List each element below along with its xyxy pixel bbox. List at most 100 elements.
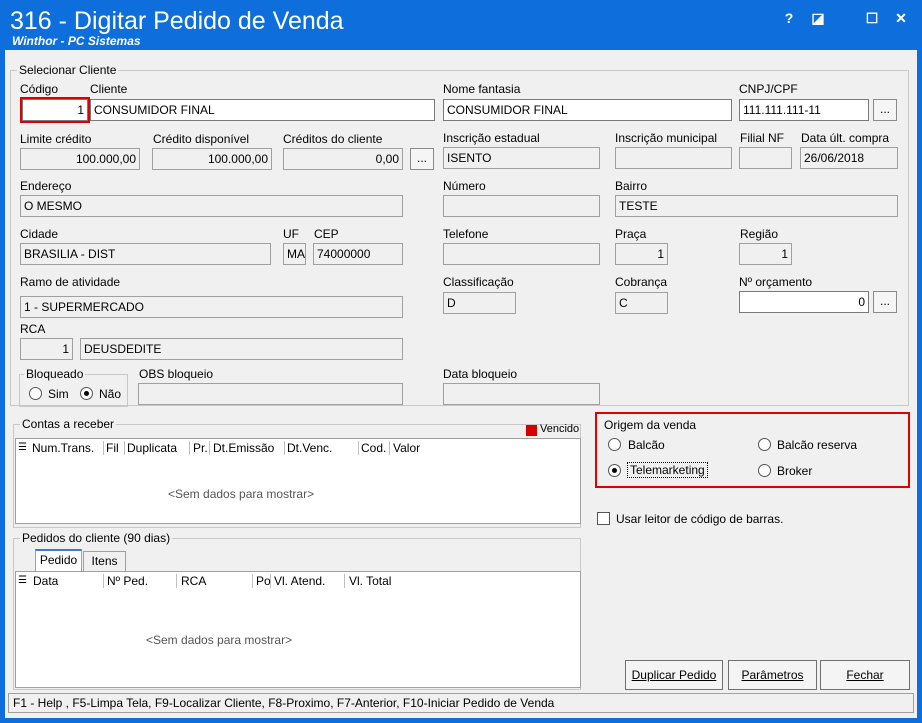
fantasia-label: Nome fantasia xyxy=(443,82,521,96)
bloqueado-sim-radio[interactable] xyxy=(29,387,42,400)
col-separator xyxy=(284,441,285,455)
praca-field: 1 xyxy=(615,243,668,265)
bloqueado-nao-label: Não xyxy=(99,387,122,401)
title-bar[interactable]: 316 - Digitar Pedido de Venda Winthor - … xyxy=(0,0,922,50)
maximize-button[interactable]: ☐ xyxy=(860,8,884,28)
contas-col-dtemissao[interactable]: Dt.Emissão xyxy=(213,441,274,455)
duplicar-pedido-button[interactable]: Duplicar Pedido xyxy=(625,660,723,690)
uf-label: UF xyxy=(283,227,299,241)
col-separator xyxy=(103,574,104,588)
select-client-title: Selecionar Cliente xyxy=(17,63,119,77)
help-button[interactable]: ? xyxy=(777,8,801,28)
contas-col-fil[interactable]: Fil xyxy=(106,441,119,455)
creditos-field: 0,00 xyxy=(283,148,403,170)
pedidos-col-data[interactable]: Data xyxy=(33,574,58,588)
uf-field: MA xyxy=(283,243,306,265)
grid-menu-icon[interactable]: ☰ xyxy=(18,575,27,586)
fechar-button[interactable]: Fechar xyxy=(820,660,910,690)
status-bar: F1 - Help , F5-Limpa Tela, F9-Localizar … xyxy=(8,693,914,713)
orcamento-lookup-button[interactable]: ... xyxy=(873,291,897,313)
origem-balcao-label: Balcão xyxy=(628,438,665,452)
col-separator xyxy=(209,441,210,455)
origem-telemarketing-radio[interactable] xyxy=(608,464,621,477)
pedidos-col-rca[interactable]: RCA xyxy=(181,574,206,588)
pedidos-grid-header: ☰ Data Nº Ped. RCA Po Vl. Atend. Vl. Tot… xyxy=(16,572,580,590)
tab-itens[interactable]: Itens xyxy=(83,551,126,571)
parametros-button[interactable]: Parâmetros xyxy=(728,660,817,690)
data-compra-label: Data últ. compra xyxy=(801,131,890,145)
regiao-label: Região xyxy=(740,227,779,241)
insc-estadual-label: Inscrição estadual xyxy=(443,131,540,145)
tab-pedido[interactable]: Pedido xyxy=(35,549,82,571)
origem-balcao-reserva-label: Balcão reserva xyxy=(777,438,858,452)
col-separator xyxy=(252,574,253,588)
pedidos-col-vltotal[interactable]: Vl. Total xyxy=(349,574,391,588)
pedidos-grid[interactable]: ☰ Data Nº Ped. RCA Po Vl. Atend. Vl. Tot… xyxy=(15,571,581,688)
pedidos-col-nped[interactable]: Nº Ped. xyxy=(107,574,148,588)
contas-col-pr[interactable]: Pr. xyxy=(193,441,208,455)
contas-grid-header: ☰ Num.Trans. Fil Duplicata Pr. Dt.Emissã… xyxy=(16,439,580,457)
col-separator xyxy=(358,441,359,455)
numero-field xyxy=(443,195,600,217)
vencido-legend-icon xyxy=(526,425,537,436)
bloqueado-nao-radio[interactable] xyxy=(80,387,93,400)
fantasia-input[interactable]: CONSUMIDOR FINAL xyxy=(443,99,732,121)
filial-label: Filial NF xyxy=(740,131,784,145)
restore-button[interactable]: ◪ xyxy=(806,8,830,28)
filial-field xyxy=(739,147,792,169)
barcode-label: Usar leitor de código de barras. xyxy=(616,512,784,526)
cobranca-field: C xyxy=(615,292,668,314)
contas-col-cod[interactable]: Cod. xyxy=(361,441,386,455)
col-separator xyxy=(389,441,390,455)
rca-name-field: DEUSDEDITE xyxy=(80,338,403,360)
contas-col-valor[interactable]: Valor xyxy=(393,441,420,455)
contas-empty-message: <Sem dados para mostrar> xyxy=(168,487,315,501)
creditos-label: Créditos do cliente xyxy=(283,132,383,146)
cidade-label: Cidade xyxy=(20,227,59,241)
contas-col-numtrans[interactable]: Num.Trans. xyxy=(32,441,94,455)
ramo-field: 1 - SUPERMERCADO xyxy=(20,296,403,318)
cnpj-input[interactable]: 111.111.111-11 xyxy=(739,99,869,121)
telefone-field xyxy=(443,243,600,265)
endereco-field: O MESMO xyxy=(20,195,403,217)
contas-col-dtvenc[interactable]: Dt.Venc. xyxy=(287,441,332,455)
creditos-lookup-button[interactable]: ... xyxy=(410,148,434,170)
rca-code-field: 1 xyxy=(20,338,73,360)
bloqueado-sim-label: Sim xyxy=(48,387,69,401)
contas-receber-title: Contas a receber xyxy=(20,417,117,431)
origem-telemarketing-label: Telemarketing xyxy=(627,462,708,478)
barcode-checkbox[interactable] xyxy=(597,512,610,525)
pedidos-col-vlatend[interactable]: Vl. Atend. xyxy=(274,574,325,588)
cliente-input[interactable]: CONSUMIDOR FINAL xyxy=(90,99,435,121)
col-separator xyxy=(176,574,177,588)
orcamento-input[interactable]: 0 xyxy=(739,291,869,313)
col-separator xyxy=(103,441,104,455)
origem-title: Origem da venda xyxy=(602,418,699,432)
origem-broker-radio[interactable] xyxy=(758,464,771,477)
origem-balcao-radio[interactable] xyxy=(608,438,621,451)
grid-menu-icon[interactable]: ☰ xyxy=(18,442,27,453)
col-separator xyxy=(189,441,190,455)
cnpj-lookup-button[interactable]: ... xyxy=(873,99,897,121)
contas-col-duplicata[interactable]: Duplicata xyxy=(127,441,177,455)
pedidos-col-po[interactable]: Po xyxy=(256,574,271,588)
contas-grid[interactable]: ☰ Num.Trans. Fil Duplicata Pr. Dt.Emissã… xyxy=(15,438,581,524)
cep-label: CEP xyxy=(314,227,339,241)
close-button[interactable]: ✕ xyxy=(889,8,913,28)
app-window: 316 - Digitar Pedido de Venda Winthor - … xyxy=(0,0,922,723)
disponivel-label: Crédito disponível xyxy=(153,132,250,146)
data-bloqueio-field xyxy=(443,383,600,405)
origem-balcao-reserva-radio[interactable] xyxy=(758,438,771,451)
regiao-field: 1 xyxy=(739,243,792,265)
ramo-label: Ramo de atividade xyxy=(20,275,121,289)
obs-bloqueio-field xyxy=(138,383,403,405)
telefone-label: Telefone xyxy=(443,227,489,241)
window-subtitle: Winthor - PC Sistemas xyxy=(12,34,141,48)
pedidos-empty-message: <Sem dados para mostrar> xyxy=(146,633,293,647)
cnpj-label: CNPJ/CPF xyxy=(739,82,798,96)
praca-label: Praça xyxy=(615,227,647,241)
numero-label: Número xyxy=(443,179,486,193)
rca-label: RCA xyxy=(20,322,46,336)
data-bloqueio-label: Data bloqueio xyxy=(443,367,518,381)
col-separator xyxy=(344,574,345,588)
